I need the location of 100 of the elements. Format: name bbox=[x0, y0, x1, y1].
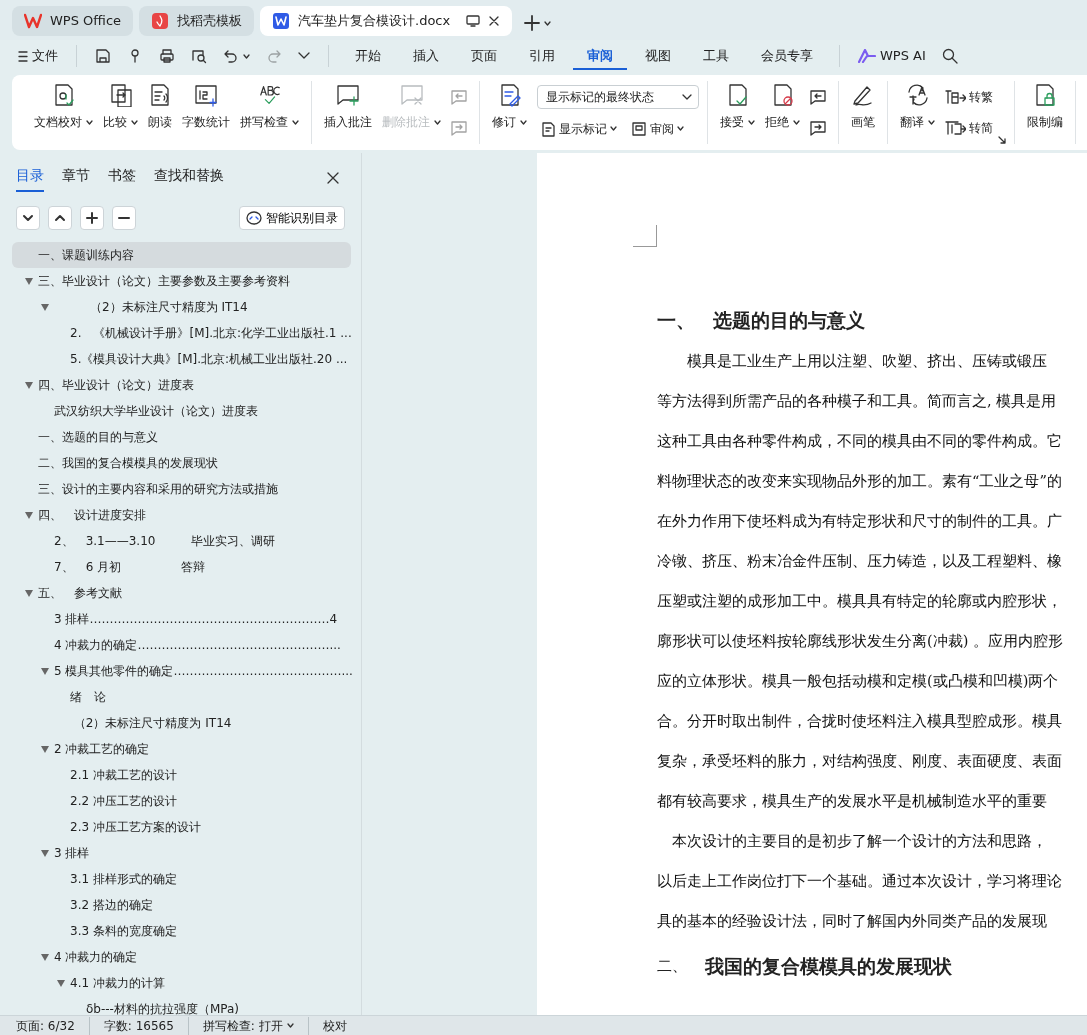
text-line: 这种工具由各种零件构成，不同的模具由不同的零件构成。它 bbox=[657, 432, 1063, 451]
outline-item[interactable]: （2）未标注尺寸精度为 IT14 bbox=[12, 710, 351, 736]
app-tab[interactable]: WPS Office bbox=[12, 6, 134, 36]
ribbon-tab[interactable]: 引用 bbox=[515, 41, 569, 71]
app-tab[interactable]: 汽车垫片复合模设计.docx bbox=[260, 6, 513, 36]
outline-item[interactable]: 2.2 冲压工艺的设计 bbox=[12, 788, 351, 814]
panel-tab[interactable]: 查找和替换 bbox=[154, 163, 224, 192]
triangle-down-icon bbox=[25, 381, 33, 389]
wps-logo-icon bbox=[24, 13, 42, 29]
expand-button[interactable] bbox=[48, 206, 72, 230]
ribbon-button[interactable]: 朗读 bbox=[144, 81, 176, 144]
smart-toc-button[interactable]: 智能识别目录 bbox=[239, 206, 345, 230]
caret-icon bbox=[243, 53, 250, 59]
outline-item[interactable]: 四、毕业设计（论文）进度表 bbox=[12, 372, 351, 398]
panel-tab[interactable]: 目录 bbox=[16, 163, 44, 192]
outline-item[interactable]: 5 模具其他零件的确定……………………………………... bbox=[12, 658, 351, 684]
ribbon-small-button[interactable]: 审阅 bbox=[628, 117, 687, 140]
outline-item[interactable]: 五、 参考文献 bbox=[12, 580, 351, 606]
spell-check-status[interactable]: 拼写检查: 打开 bbox=[202, 1016, 283, 1035]
chevron-down-icon bbox=[298, 52, 310, 60]
ribbon-tab[interactable]: 工具 bbox=[689, 41, 743, 71]
ribbon-tab[interactable]: 视图 bbox=[631, 41, 685, 71]
outline-item[interactable]: 3.1 排样形式的确定 bbox=[12, 866, 351, 892]
ribbon-button[interactable]: 限制编 bbox=[1023, 81, 1067, 144]
ribbon-small-button[interactable]: 显示标记 bbox=[537, 117, 620, 140]
outline-item[interactable]: 3 排样 bbox=[12, 840, 351, 866]
ribbon-button[interactable]: 接受 bbox=[716, 81, 759, 144]
outline-item[interactable]: 一、课题训练内容 bbox=[12, 242, 351, 268]
menu-icon bbox=[18, 50, 28, 62]
ribbon-button[interactable]: 拼写检查 bbox=[236, 81, 303, 144]
outline-item[interactable]: 7、 6 月初 答辩 bbox=[12, 554, 351, 580]
ribbon-small-button[interactable]: 转简 bbox=[941, 117, 996, 140]
outline-item[interactable]: （2）未标注尺寸精度为 IT14 bbox=[12, 294, 351, 320]
outline-item[interactable]: 4 冲裁力的确定 bbox=[12, 944, 351, 970]
outline-item[interactable]: 3 排样……………………………………………………4 bbox=[12, 606, 351, 632]
wps-ai-button[interactable]: WPS AI bbox=[852, 44, 932, 68]
comment-prev-icon bbox=[809, 88, 827, 105]
outline-item[interactable]: 2.1 冲裁工艺的设计 bbox=[12, 762, 351, 788]
panel-tab[interactable]: 章节 bbox=[62, 163, 90, 192]
caret-icon bbox=[544, 20, 552, 26]
chevron-down-icon bbox=[22, 212, 34, 224]
comment-prev-icon bbox=[450, 88, 468, 105]
outline-item[interactable]: 2.3 冲压工艺方案的设计 bbox=[12, 814, 351, 840]
ribbon-button[interactable]: 修订 bbox=[488, 81, 531, 144]
chevron-up-icon bbox=[54, 212, 66, 224]
ai-logo-icon bbox=[858, 49, 876, 63]
ribbon-button[interactable]: 拒绝 bbox=[761, 81, 804, 144]
ribbon-tab[interactable]: 会员专享 bbox=[747, 41, 827, 71]
outline-item[interactable]: 武汉纺织大学毕业设计（论文）进度表 bbox=[12, 398, 351, 424]
add-level-button[interactable] bbox=[80, 206, 104, 230]
traditional-icon bbox=[944, 120, 966, 137]
outline-item[interactable]: 2 冲裁工艺的确定 bbox=[12, 736, 351, 762]
triangle-down-icon bbox=[25, 589, 33, 597]
compare-icon bbox=[108, 83, 133, 107]
save-icon bbox=[95, 48, 111, 64]
outline-item[interactable]: 2. 《机械设计手册》[M].北京:化学工业出版社.1 ... bbox=[12, 320, 351, 346]
section-heading: 一、 选题的目的与意义 bbox=[657, 308, 866, 333]
collapse-button[interactable] bbox=[16, 206, 40, 230]
ribbon-button[interactable]: 画笔 bbox=[847, 81, 879, 144]
outline-item[interactable]: δb---材料的抗拉强度（MPa) bbox=[12, 996, 351, 1015]
text-line: 都有较高要求，模具生产的发展水平是机械制造水平的重要 bbox=[657, 792, 1048, 811]
ribbon-tab[interactable]: 审阅 bbox=[573, 41, 627, 71]
outline-item[interactable]: 3.2 搭边的确定 bbox=[12, 892, 351, 918]
ribbon-button[interactable]: 字数统计 bbox=[178, 81, 234, 144]
comment-next-icon bbox=[809, 120, 827, 137]
markup-state-select[interactable]: 显示标记的最终状态 bbox=[537, 85, 699, 110]
outline-item[interactable]: 一、选题的目的与意义 bbox=[12, 424, 351, 450]
panel-tab[interactable]: 书签 bbox=[108, 163, 136, 192]
file-menu-button[interactable]: 文件 bbox=[12, 44, 64, 68]
print-preview-icon bbox=[191, 48, 207, 64]
section-heading: 二、 我国的复合模模具的发展现状 bbox=[657, 954, 953, 979]
text-line: 具的基本的经验设计法，同时了解国内外同类产品的发展现 bbox=[657, 912, 1048, 931]
translate-icon bbox=[905, 83, 930, 107]
comment-next-icon bbox=[450, 120, 468, 137]
outline-item[interactable]: 4 冲裁力的确定…………………………………………... bbox=[12, 632, 351, 658]
ribbon-button[interactable]: 比较 bbox=[99, 81, 142, 144]
ribbon-small-button[interactable]: 转繁 bbox=[941, 85, 996, 108]
word-doc-icon bbox=[272, 12, 291, 30]
app-tab[interactable]: 找稻壳模板 bbox=[139, 6, 255, 36]
ribbon-button[interactable]: 翻译 bbox=[896, 81, 939, 144]
remove-level-button[interactable] bbox=[112, 206, 136, 230]
text-line: 模具是工业生产上用以注塑、吹塑、挤出、压铸或锻压 bbox=[686, 352, 1048, 371]
outline-item[interactable]: 三、设计的主要内容和采用的研究方法或措施 bbox=[12, 476, 351, 502]
outline-item[interactable]: 二、我国的复合模模具的发展现状 bbox=[12, 450, 351, 476]
markup-icon bbox=[540, 120, 556, 137]
ribbon-tab[interactable]: 插入 bbox=[399, 41, 453, 71]
outline-item[interactable]: 5.《模具设计大典》[M].北京:机械工业出版社.20 ... bbox=[12, 346, 351, 372]
text-line: 廓形状可以使坯料按轮廓线形状发生分离(冲裁) 。应用内腔形 bbox=[657, 632, 1064, 651]
window-icon bbox=[466, 15, 481, 27]
outline-item[interactable]: 2、 3.1——3.10 毕业实习、调研 bbox=[12, 528, 351, 554]
outline-item[interactable]: 四、 设计进度安排 bbox=[12, 502, 351, 528]
outline-item[interactable]: 3.3 条料的宽度确定 bbox=[12, 918, 351, 944]
ribbon-tab[interactable]: 页面 bbox=[457, 41, 511, 71]
ribbon-button[interactable]: 文档校对 bbox=[30, 81, 97, 144]
outline-item[interactable]: 绪 论 bbox=[12, 684, 351, 710]
outline-item[interactable]: 三、毕业设计（论文）主要参数及主要参考资料 bbox=[12, 268, 351, 294]
ribbon-button[interactable]: 插入批注 bbox=[320, 81, 376, 144]
triangle-down-icon bbox=[41, 667, 49, 675]
ribbon-tab[interactable]: 开始 bbox=[341, 41, 395, 71]
outline-item[interactable]: 4.1 冲裁力的计算 bbox=[12, 970, 351, 996]
